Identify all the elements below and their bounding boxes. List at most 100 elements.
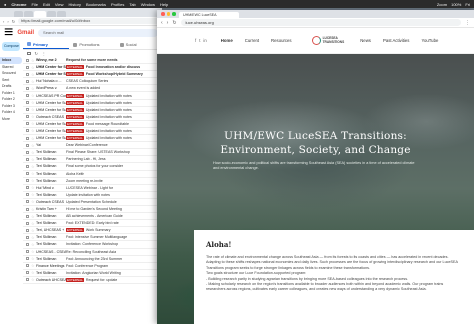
menu-file[interactable]: File bbox=[32, 2, 38, 7]
email-row[interactable]: ☆ Teri Skillman AB achievements - American… bbox=[23, 213, 162, 221]
menu-tab[interactable]: Tab bbox=[129, 2, 135, 7]
tab-promotions[interactable]: Promotions bbox=[69, 40, 115, 49]
email-row[interactable]: ☆ Hui 'Nohala o ... CSEAS Colloquium Serie… bbox=[23, 78, 162, 86]
browser-tab-active[interactable]: UHM/EWC LuceSEA bbox=[179, 12, 239, 18]
browser-tab[interactable] bbox=[47, 11, 56, 17]
nav-home[interactable]: Home bbox=[221, 38, 233, 43]
email-checkbox[interactable] bbox=[26, 242, 29, 246]
nav-resources[interactable]: Resources bbox=[271, 38, 292, 43]
email-row[interactable]: ☆ Finance Meetings Fwd: Conference Program bbox=[23, 263, 162, 270]
email-row[interactable]: ☆UHM Center for Sust.EXTERNALUpdated inv… bbox=[23, 107, 162, 114]
email-checkbox[interactable] bbox=[26, 214, 29, 218]
email-row[interactable]: ☆ Teri Skillman Update invitation with not… bbox=[23, 192, 162, 199]
email-checkbox[interactable] bbox=[26, 228, 29, 232]
email-checkbox[interactable] bbox=[26, 136, 29, 140]
email-checkbox[interactable] bbox=[26, 271, 29, 275]
email-checkbox[interactable] bbox=[26, 278, 29, 282]
nav-youtube[interactable]: YouTube bbox=[421, 38, 438, 43]
email-row[interactable]: ☆UHM Center for Sust.EXTERNALFood Innova… bbox=[23, 64, 162, 72]
email-row[interactable]: ☆ Outreach CSEAS Updated Presentation Sche… bbox=[23, 199, 162, 206]
site-logo[interactable]: LUCESEA TRANSITIONS bbox=[311, 36, 344, 45]
twitter-icon[interactable]: t bbox=[199, 38, 200, 43]
email-checkbox[interactable] bbox=[26, 65, 29, 69]
email-row[interactable]: ☆ Teri Skillman Zoom meeting re-invite bbox=[23, 178, 162, 185]
email-row[interactable]: ☆ Teri Skillman Fwd: Announcing the 23rd S… bbox=[23, 256, 162, 263]
email-checkbox[interactable] bbox=[26, 221, 29, 225]
zoom-status[interactable]: Zoom bbox=[437, 2, 447, 7]
back-icon[interactable]: ‹ bbox=[161, 20, 163, 26]
email-checkbox[interactable] bbox=[26, 179, 29, 183]
gmail-url-field[interactable]: https://mail.google.com/mail/u/0/#inbox bbox=[18, 18, 159, 24]
forward-icon[interactable]: › bbox=[7, 19, 8, 24]
email-checkbox[interactable] bbox=[26, 79, 29, 83]
back-icon[interactable]: ‹ bbox=[3, 19, 4, 24]
email-checkbox[interactable] bbox=[26, 143, 29, 147]
browser-tab[interactable] bbox=[24, 11, 33, 17]
linkedin-icon[interactable]: in bbox=[203, 38, 206, 43]
email-row[interactable]: ☆UHCSEAS PR Commu.EXTERNALUpdated invita… bbox=[23, 92, 162, 100]
email-row[interactable]: ☆Outreach UHCSEAS +EXTERNALRequest for: … bbox=[23, 277, 162, 284]
email-row[interactable]: ☆ Teri Skillman Final Please Share: USTEAS… bbox=[23, 149, 162, 157]
email-row[interactable]: ☆ Outreach CSEAS EXTERNAL Updated invitatio… bbox=[23, 114, 162, 121]
menu-edit[interactable]: Edit bbox=[43, 2, 50, 7]
email-checkbox[interactable] bbox=[26, 207, 29, 211]
email-checkbox[interactable] bbox=[26, 101, 29, 105]
menu-bookmarks[interactable]: Bookmarks bbox=[86, 2, 106, 7]
menu-profiles[interactable]: Profiles bbox=[111, 2, 124, 7]
email-row[interactable]: ☆ Teri Skillman Invitation: Conference Wor… bbox=[23, 241, 162, 249]
email-row[interactable]: ☆UHM Center for Sust.EXTERNALUpdated inv… bbox=[23, 135, 162, 143]
select-all-checkbox[interactable] bbox=[27, 51, 31, 56]
browser-tab-active[interactable] bbox=[34, 11, 46, 17]
email-row[interactable]: ☆ Yai Dear Webinar/Conference bbox=[23, 142, 162, 150]
email-row[interactable]: ☆ WordPress v. A new event is added bbox=[23, 85, 162, 93]
menu-help[interactable]: Help bbox=[160, 2, 168, 7]
menu-window[interactable]: Window bbox=[141, 2, 155, 7]
tab-social[interactable]: Social bbox=[116, 40, 162, 49]
email-checkbox[interactable] bbox=[26, 164, 29, 168]
close-window-icon[interactable] bbox=[161, 12, 165, 16]
sidebar-item-more[interactable]: More bbox=[0, 116, 22, 123]
email-row[interactable]: ☆ Hui 'Mind v. LUCESEA Webinar - Light for bbox=[23, 185, 162, 192]
email-checkbox[interactable] bbox=[26, 186, 29, 190]
email-row[interactable]: ☆ Teri Skillman Aloha Keith bbox=[23, 171, 162, 178]
more-icon[interactable]: ⋮ bbox=[42, 51, 46, 56]
email-checkbox[interactable] bbox=[26, 157, 29, 161]
email-checkbox[interactable] bbox=[26, 129, 29, 133]
forward-icon[interactable]: › bbox=[167, 20, 169, 26]
app-menu[interactable]: Chrome bbox=[11, 2, 26, 7]
email-row[interactable]: ☆UHCSEAS - CSEAS +Re: Reconciling Southe… bbox=[23, 249, 162, 256]
nav-news[interactable]: News bbox=[360, 38, 371, 43]
email-row[interactable]: ☆ Winny, me 2 Request for some more needs bbox=[23, 57, 162, 65]
minimize-window-icon[interactable] bbox=[166, 12, 170, 16]
email-row[interactable]: ☆ Teri Skillman Fwd: Intensive Summer Mult… bbox=[23, 234, 162, 242]
email-checkbox[interactable] bbox=[26, 235, 29, 239]
email-checkbox[interactable] bbox=[26, 250, 29, 254]
email-row[interactable]: ☆UHM Center for Sust.EXTERNALUpdated inv… bbox=[23, 100, 162, 107]
email-row[interactable]: ☆UHM Center for Sust.EXTERNALUpdated inv… bbox=[23, 128, 162, 136]
browser-tab[interactable] bbox=[14, 11, 23, 17]
reload-icon[interactable]: ↻ bbox=[12, 19, 15, 24]
email-checkbox[interactable] bbox=[26, 72, 29, 76]
menu-view[interactable]: View bbox=[55, 2, 64, 7]
email-row[interactable]: ☆UHM Center for Sust.EXTERNALFood Worksh… bbox=[23, 71, 162, 79]
email-checkbox[interactable] bbox=[26, 94, 29, 98]
compose-button[interactable]: Compose bbox=[2, 42, 20, 51]
gmail-search-input[interactable]: Search mail bbox=[38, 29, 158, 37]
facebook-icon[interactable]: f bbox=[195, 38, 196, 43]
email-row[interactable]: ☆UHM Center for Sust.EXTERNALFood messag… bbox=[23, 121, 162, 128]
email-checkbox[interactable] bbox=[26, 108, 29, 112]
email-checkbox[interactable] bbox=[26, 172, 29, 176]
maximize-window-icon[interactable] bbox=[172, 12, 176, 16]
email-row[interactable]: ☆ Teri Skillman Partnering Lab - Hi, Jess bbox=[23, 156, 162, 164]
email-checkbox[interactable] bbox=[26, 264, 29, 268]
nav-current[interactable]: Current bbox=[245, 38, 259, 43]
apple-menu-icon[interactable]: ● bbox=[4, 2, 6, 7]
email-checkbox[interactable] bbox=[26, 257, 29, 261]
browser-url-field[interactable]: luce.uhseas.org bbox=[180, 19, 461, 26]
menu-history[interactable]: History bbox=[69, 2, 81, 7]
email-row[interactable]: ☆ Kristin Tam + Hi me to Garden's Second M… bbox=[23, 206, 162, 214]
nav-past-activities[interactable]: Past Activities bbox=[383, 38, 410, 43]
email-row[interactable]: ☆ Teri Skillman Fwd: EXTENDED: Early bird … bbox=[23, 220, 162, 228]
gmail-logo[interactable]: Gmail bbox=[17, 30, 34, 36]
email-checkbox[interactable] bbox=[26, 193, 29, 197]
